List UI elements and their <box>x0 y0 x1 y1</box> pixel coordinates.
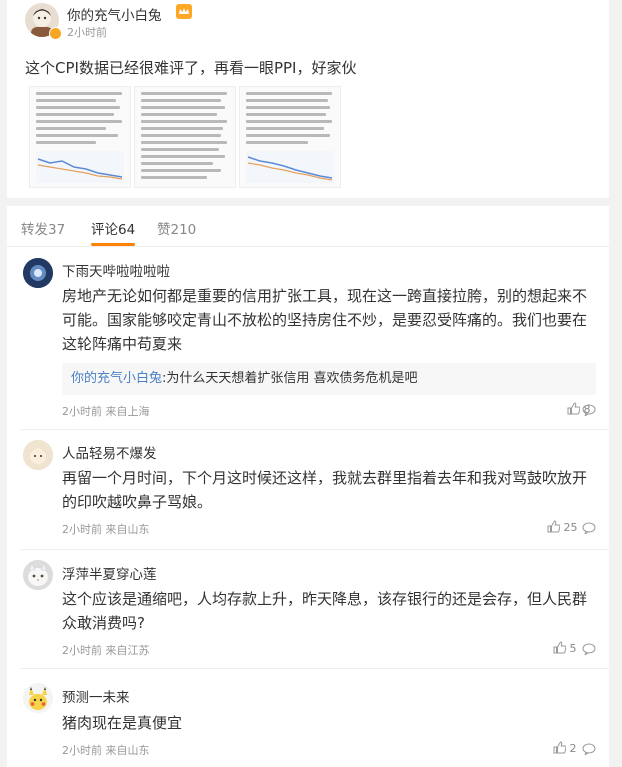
comment-text: 再留一个月时间，下个月这时候还这样，我就去群里指着去年和我对骂鼓吹放开的印吹越吹… <box>62 469 588 511</box>
comment-text: 猪肉现在是真便宜 <box>62 714 183 732</box>
thumbs-up-icon <box>553 641 567 654</box>
verified-badge-icon <box>49 27 62 40</box>
thumbs-up-icon <box>567 402 581 415</box>
active-tab-indicator <box>91 243 135 246</box>
like-button[interactable]: 25 <box>547 520 578 534</box>
thumbs-up-icon <box>547 520 561 533</box>
crown-icon <box>176 4 192 23</box>
comment-item: 下雨天哔啦啦啦啦 房地产无论如何都是重要的信用扩张工具，现在这一跨直接拉胯，别的… <box>7 250 609 430</box>
comment-meta: 2小时前 来自上海 <box>62 405 150 418</box>
commenter-avatar[interactable] <box>23 258 53 288</box>
like-count: 2 <box>569 742 577 755</box>
post-author-name[interactable]: 你的充气小白兔 <box>67 4 162 24</box>
commenter-avatar[interactable] <box>23 683 53 713</box>
reply-author-name[interactable]: 你的充气小白兔 <box>71 371 162 386</box>
commenter-name[interactable]: 人品轻易不爆发 <box>62 442 157 462</box>
comment-meta: 2小时前 来自江苏 <box>62 644 150 657</box>
post-tabs: 转发37 评论64 赞210 <box>7 206 609 247</box>
tab-likes[interactable]: 赞210 <box>157 218 196 238</box>
post-text: 这个CPI数据已经很难评了，再看一眼PPI，好家伙 <box>25 59 357 77</box>
thumbs-up-icon <box>553 741 567 754</box>
reply-text: :为什么天天想着扩张信用 喜欢债务危机是吧 <box>162 371 418 386</box>
comment-text: 这个应该是通缩吧，人均存款上升，昨天降息，该存银行的还是会存，但人民群众敢消费吗… <box>62 590 588 632</box>
comment-icon[interactable] <box>582 643 596 655</box>
tab-comments[interactable]: 评论64 <box>91 218 135 238</box>
like-button[interactable]: 5 <box>553 641 577 655</box>
post-image-1[interactable] <box>29 86 131 188</box>
comment-item: 人品轻易不爆发 再留一个月时间，下个月这时候还这样，我就去群里指着去年和我对骂鼓… <box>7 431 609 550</box>
post-image-3[interactable] <box>239 86 341 188</box>
comment-icon[interactable] <box>582 743 596 755</box>
comment-reply: 你的充气小白兔:为什么天天想着扩张信用 喜欢债务危机是吧 <box>62 363 596 395</box>
post-image-2[interactable] <box>134 86 236 188</box>
commenter-avatar[interactable] <box>23 440 53 470</box>
commenter-name[interactable]: 浮萍半夏穿心莲 <box>62 563 157 583</box>
comment-meta: 2小时前 来自山东 <box>62 523 150 536</box>
like-button[interactable]: 2 <box>553 741 577 755</box>
post-time: 2小时前 <box>67 26 107 39</box>
post-card: 你的充气小白兔 2小时前 这个CPI数据已经很难评了，再看一眼PPI，好家伙 <box>7 0 609 198</box>
like-count: 5 <box>569 642 577 655</box>
commenter-name[interactable]: 下雨天哔啦啦啦啦 <box>62 260 170 280</box>
commenter-avatar[interactable] <box>23 560 53 590</box>
like-count: 25 <box>563 521 578 534</box>
tab-repost[interactable]: 转发37 <box>21 218 65 238</box>
comment-item: 浮萍半夏穿心莲 这个应该是通缩吧，人均存款上升，昨天降息，该存银行的还是会存，但… <box>7 551 609 669</box>
comment-meta: 2小时前 来自山东 <box>62 744 150 757</box>
comment-icon[interactable] <box>582 522 596 534</box>
comment-divider <box>21 429 609 430</box>
commenter-name[interactable]: 预测一未来 <box>62 686 130 706</box>
comment-text: 房地产无论如何都是重要的信用扩张工具，现在这一跨直接拉胯，别的想起来不可能。国家… <box>62 287 588 353</box>
comment-item: 预测一未来 猪肉现在是真便宜 2小时前 来自山东 2 <box>7 670 609 767</box>
comments-card: 转发37 评论64 赞210 下雨天哔啦啦啦啦 房地产无论如何都是重要的信用扩张… <box>7 206 609 767</box>
comment-icon[interactable] <box>582 404 596 416</box>
comment-divider <box>21 668 609 669</box>
comment-divider <box>21 549 609 550</box>
